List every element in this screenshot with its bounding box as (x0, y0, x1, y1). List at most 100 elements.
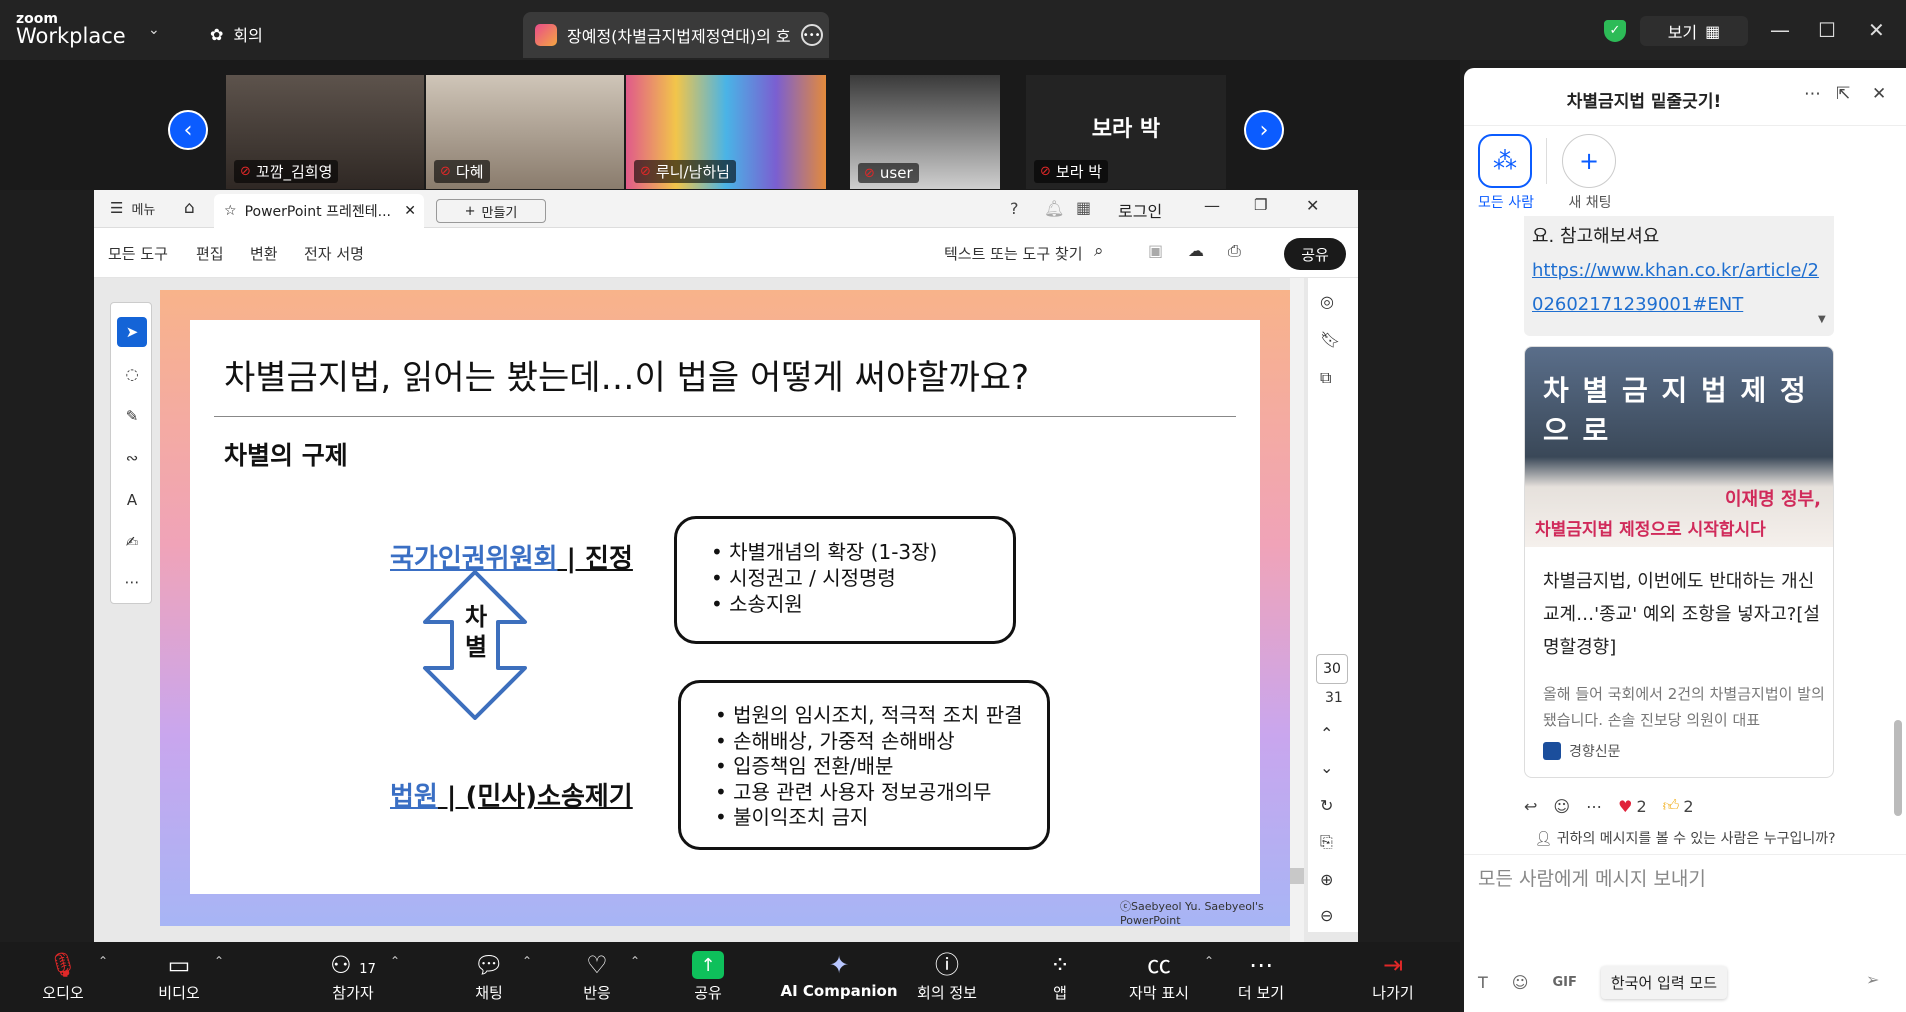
bookmark-icon[interactable]: 🔖︎ (1320, 330, 1340, 349)
tool-search-input[interactable]: 텍스트 또는 도구 찾기 (944, 243, 1083, 264)
login-link[interactable]: 로그인 (1118, 198, 1162, 222)
text-box-icon[interactable]: A (117, 485, 147, 515)
chat-message-input[interactable]: 모든 사람에게 메시지 보내기 (1478, 864, 1706, 891)
close-icon[interactable]: ✕ (1868, 18, 1885, 42)
close-icon[interactable]: ✕ (1872, 84, 1886, 104)
scrollbar-thumb[interactable] (1290, 868, 1304, 884)
comment-icon[interactable]: ◌ (117, 359, 147, 389)
more-icon[interactable]: ••• (800, 24, 823, 46)
chat-messages[interactable]: 요. 참고해보셔요 https://www.khan.co.kr/article… (1464, 216, 1906, 782)
prev-page-icon[interactable]: ‹ (168, 110, 208, 150)
security-shield-icon[interactable]: ✓ (1604, 20, 1626, 42)
participants-button[interactable]: ⚇ 17 참가자 ⌃ (326, 948, 400, 1003)
video-tile[interactable]: ⊘ 루니/남하님 (626, 75, 826, 189)
chevron-up-icon[interactable]: ⌃ (390, 954, 400, 968)
meeting-menu[interactable]: ✿ 회의 (210, 22, 263, 46)
page-export-icon[interactable]: ⎘ (1320, 832, 1333, 852)
thumbs-up-reaction[interactable]: 👍︎ 2 (1663, 796, 1694, 816)
new-chat-chip[interactable]: + (1562, 134, 1616, 188)
save-icon[interactable]: ▣ (1148, 241, 1163, 260)
chat-scrollbar[interactable] (1894, 164, 1902, 816)
gif-button[interactable]: GIF (1552, 975, 1576, 990)
menu-all-tools[interactable]: 모든 도구 (108, 243, 168, 264)
caret-down-icon[interactable]: ▼ (1818, 314, 1826, 325)
chat-button[interactable]: 💬︎ 채팅 ⌃ (466, 948, 532, 1003)
refresh-icon[interactable]: ↻ (1320, 796, 1333, 815)
video-tile[interactable]: ⊘ 다혜 (426, 75, 624, 189)
ai-assistant-icon[interactable]: ◎ (1320, 292, 1334, 311)
create-button[interactable]: + 만들기 (436, 199, 546, 223)
video-tile[interactable]: ⊘ 꼬깜_김희영 (226, 75, 424, 189)
org2-link-text[interactable]: 법원 (390, 782, 438, 812)
home-icon[interactable]: ⌂ (184, 198, 195, 218)
viewer-menu-button[interactable]: ☰ 메뉴 (110, 199, 155, 218)
apps-button[interactable]: ⁘ 앱 (1044, 948, 1076, 1003)
upload-icon[interactable]: ☁ (1188, 241, 1204, 260)
chevron-down-icon[interactable]: ⌄ (148, 22, 160, 38)
menu-edit[interactable]: 편집 (196, 243, 224, 264)
send-icon[interactable]: ➢ (1866, 970, 1879, 989)
signature-pen-icon[interactable]: ✍ (117, 527, 147, 557)
ai-companion-button[interactable]: ✦ AI Companion (774, 948, 904, 1000)
pop-out-icon[interactable]: ⇱ (1836, 84, 1850, 104)
emoji-icon[interactable]: ☺ (1512, 973, 1529, 992)
zoom-out-icon[interactable]: ⊖ (1320, 906, 1333, 925)
select-cursor-icon[interactable]: ➤ (117, 317, 147, 347)
reply-icon[interactable]: ↩ (1524, 797, 1537, 816)
chat-scrollbar-thumb[interactable] (1894, 720, 1902, 816)
text-format-icon[interactable]: T (1478, 973, 1488, 992)
meeting-tab[interactable]: 장예정(차별금지법제정연대)의 호 ••• (523, 12, 829, 58)
video-tile[interactable]: 보라 박 ⊘ 보라 박 (1026, 75, 1226, 189)
highlight-pen-icon[interactable]: ✎ (117, 401, 147, 431)
menu-e-sign[interactable]: 전자 서명 (304, 243, 364, 264)
emoji-add-icon[interactable]: ☺ (1553, 797, 1570, 816)
star-icon[interactable]: ☆ (224, 203, 237, 219)
more-tools-icon[interactable]: ⋯ (117, 567, 147, 597)
share-screen-button[interactable]: ↑ 공유 (686, 948, 730, 1003)
chevron-up-icon[interactable]: ⌃ (1204, 954, 1214, 968)
message-visibility-info[interactable]: 👤︎ 귀하의 메시지를 볼 수 있는 사람은 누구입니까? (1464, 828, 1906, 848)
minimize-icon[interactable]: — (1770, 18, 1790, 42)
link-preview-card[interactable]: 차 별 금 지 법 제 정 으 로 이재명 정부, 차별금지법 제정으로 시작합… (1524, 346, 1834, 778)
document-tab[interactable]: ☆ PowerPoint 프레젠테... ✕ (214, 194, 424, 228)
chevron-up-icon[interactable]: ⌃ (1320, 724, 1333, 743)
captions-button[interactable]: ㏄ 자막 표시 ⌃ (1124, 948, 1214, 1003)
chevron-down-icon[interactable]: ⌄ (1320, 758, 1333, 777)
apps-grid-icon[interactable]: ▦ (1076, 198, 1091, 217)
video-tile[interactable]: ⊘ user (850, 75, 1000, 189)
next-page-icon[interactable]: › (1244, 110, 1284, 150)
zoom-in-icon[interactable]: ⊕ (1320, 870, 1333, 889)
help-icon[interactable]: ? (1010, 199, 1019, 218)
more-icon[interactable]: ⋯ (1804, 84, 1821, 104)
bell-icon[interactable]: 🔔︎ (1044, 199, 1064, 218)
maximize-icon[interactable]: ☐ (1818, 18, 1836, 42)
more-button[interactable]: ⋯ 더 보기 (1236, 948, 1286, 1003)
restore-icon[interactable]: ❐ (1254, 196, 1267, 214)
meeting-info-button[interactable]: ⓘ 회의 정보 (912, 948, 982, 1003)
message-link[interactable]: https://www.khan.co.kr/article/202602171… (1532, 254, 1822, 322)
more-icon[interactable]: ⋯ (1586, 797, 1602, 816)
print-icon[interactable]: ⎙ (1228, 241, 1241, 261)
close-tab-icon[interactable]: ✕ (404, 203, 416, 219)
menu-convert[interactable]: 변환 (250, 243, 278, 264)
copy-pages-icon[interactable]: ⧉ (1320, 368, 1331, 388)
react-button[interactable]: ♡ 반응 ⌃ (574, 948, 640, 1003)
share-button[interactable]: 공유 (1284, 238, 1346, 270)
card-title[interactable]: 차별금지법, 이번에도 반대하는 개신교계…'종교' 예외 조항을 넣자고?[설… (1543, 565, 1823, 664)
close-icon[interactable]: ✕ (1306, 196, 1319, 215)
leave-button[interactable]: ⇥ 나가기 (1368, 948, 1418, 1003)
vertical-scrollbar[interactable] (1290, 278, 1304, 942)
audio-button[interactable]: 🎙︎ 오디오 ⌃ (38, 948, 108, 1003)
search-icon[interactable]: ⌕ (1094, 241, 1104, 261)
video-button[interactable]: ▭ 비디오 ⌃ (154, 948, 224, 1003)
draw-lasso-icon[interactable]: ∾ (117, 443, 147, 473)
chevron-up-icon[interactable]: ⌃ (98, 954, 108, 968)
chevron-up-icon[interactable]: ⌃ (522, 954, 532, 968)
heart-reaction[interactable]: ♥ 2 (1618, 797, 1647, 816)
chevron-up-icon[interactable]: ⌃ (630, 954, 640, 968)
minimize-icon[interactable]: — (1204, 196, 1220, 215)
all-people-chip[interactable]: ⁂ (1478, 134, 1532, 188)
chevron-up-icon[interactable]: ⌃ (214, 954, 224, 968)
page-number-input[interactable]: 30 (1316, 654, 1348, 684)
view-button[interactable]: 보기 ▦ (1640, 16, 1748, 46)
